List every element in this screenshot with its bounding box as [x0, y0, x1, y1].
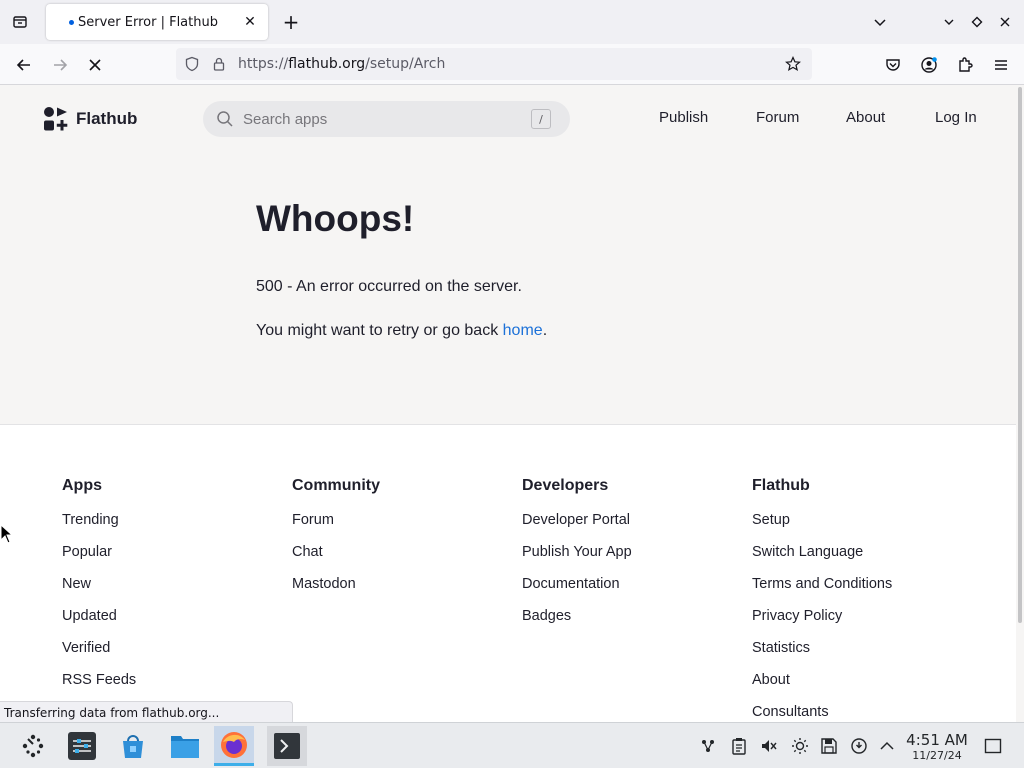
footer-link-new[interactable]: New — [62, 575, 136, 607]
footer-link-trending[interactable]: Trending — [62, 511, 136, 543]
footer-link-privacy[interactable]: Privacy Policy — [752, 607, 892, 639]
close-window-icon[interactable] — [994, 10, 1016, 34]
logo-text: Flathub — [76, 109, 138, 128]
audio-muted-icon[interactable] — [759, 736, 779, 756]
extensions-icon[interactable] — [952, 52, 978, 78]
maximize-window-icon[interactable] — [966, 10, 988, 34]
mouse-cursor-icon — [0, 524, 14, 544]
site-footer: Apps Trending Popular New Updated Verifi… — [0, 424, 1016, 722]
footer-link-mastodon[interactable]: Mastodon — [292, 575, 380, 607]
pocket-icon[interactable] — [880, 52, 906, 78]
app-menu-icon[interactable] — [988, 52, 1014, 78]
page-content: Flathub Search apps / Publish Forum Abou… — [0, 85, 1016, 722]
search-shortcut-key: / — [531, 109, 551, 129]
retry-message: You might want to retry or go back home. — [256, 322, 547, 340]
site-header: Flathub Search apps / Publish Forum Abou… — [0, 85, 1016, 155]
page-scrollbar[interactable] — [1016, 85, 1024, 722]
system-clock[interactable]: 4:51 AM 11/27/24 — [898, 731, 976, 763]
lock-icon[interactable] — [208, 53, 230, 75]
browser-nav-bar: https://flathub.org/setup/Arch — [0, 44, 1024, 85]
back-icon[interactable] — [11, 52, 37, 78]
footer-link-forum[interactable]: Forum — [292, 511, 380, 543]
status-bar: Transferring data from flathub.org... — [0, 701, 293, 723]
network-icon[interactable] — [698, 736, 718, 756]
footer-link-terms[interactable]: Terms and Conditions — [752, 575, 892, 607]
footer-link-verified[interactable]: Verified — [62, 639, 136, 671]
browser-tab-bar: Server Error | Flathub ✕ + — [0, 0, 1024, 44]
show-desktop-icon[interactable] — [983, 736, 1003, 756]
stop-loading-icon[interactable] — [82, 52, 108, 78]
firefox-view-icon[interactable] — [8, 10, 32, 34]
footer-column-community: Community Forum Chat Mastodon — [292, 477, 380, 607]
firefox-icon[interactable] — [214, 726, 254, 766]
footer-heading: Developers — [522, 477, 609, 494]
konsole-terminal-icon[interactable] — [267, 726, 307, 766]
footer-link-rss-feeds[interactable]: RSS Feeds — [62, 671, 136, 703]
footer-link-switch-language[interactable]: Switch Language — [752, 543, 892, 575]
url-prefix: https:// — [238, 56, 289, 72]
new-tab-button[interactable]: + — [280, 10, 302, 34]
url-host: flathub.org — [288, 56, 366, 72]
flathub-logo[interactable]: Flathub — [43, 106, 137, 132]
app-launcher-icon[interactable] — [13, 726, 53, 766]
footer-link-statistics[interactable]: Statistics — [752, 639, 892, 671]
search-placeholder: Search apps — [243, 110, 328, 128]
tab-title: Server Error | Flathub — [78, 14, 218, 30]
system-taskbar: 4:51 AM 11/27/24 — [0, 722, 1024, 768]
discover-store-icon[interactable] — [113, 726, 153, 766]
retry-suffix: . — [542, 322, 548, 339]
error-message: 500 - An error occurred on the server. — [256, 278, 522, 295]
clipboard-icon[interactable] — [729, 736, 749, 756]
footer-heading: Community — [292, 477, 380, 494]
minimize-window-icon[interactable] — [938, 10, 960, 34]
footer-link-setup[interactable]: Setup — [752, 511, 892, 543]
home-link[interactable]: home — [503, 322, 543, 339]
error-title: Whoops! — [256, 198, 415, 239]
clock-date: 11/27/24 — [912, 749, 962, 762]
footer-column-developers: Developers Developer Portal Publish Your… — [522, 477, 632, 639]
footer-link-popular[interactable]: Popular — [62, 543, 136, 575]
forward-icon[interactable] — [47, 52, 73, 78]
retry-prefix: You might want to retry or go back — [256, 322, 503, 339]
list-all-tabs-icon[interactable] — [868, 10, 892, 34]
brightness-icon[interactable] — [790, 736, 810, 756]
footer-heading: Apps — [62, 477, 102, 494]
clock-time: 4:51 AM — [906, 731, 968, 749]
save-icon[interactable] — [819, 736, 839, 756]
active-tab[interactable]: Server Error | Flathub ✕ — [46, 4, 268, 40]
login-button[interactable]: Log In — [935, 109, 977, 126]
nav-forum-link[interactable]: Forum — [756, 109, 799, 126]
footer-heading: Flathub — [752, 477, 810, 494]
tracking-protection-icon[interactable] — [181, 53, 203, 75]
footer-link-about[interactable]: About — [752, 671, 892, 703]
footer-column-apps: Apps Trending Popular New Updated Verifi… — [62, 477, 136, 703]
footer-link-developer-portal[interactable]: Developer Portal — [522, 511, 632, 543]
footer-column-flathub: Flathub Setup Switch Language Terms and … — [752, 477, 892, 722]
flathub-logo-icon — [44, 107, 68, 131]
url-text[interactable]: https://flathub.org/setup/Arch — [238, 56, 445, 72]
footer-link-updated[interactable]: Updated — [62, 607, 136, 639]
footer-link-consultants[interactable]: Consultants — [752, 703, 892, 722]
footer-link-chat[interactable]: Chat — [292, 543, 380, 575]
scrollbar-thumb[interactable] — [1018, 87, 1022, 623]
bookmark-star-icon[interactable] — [782, 53, 804, 75]
footer-link-badges[interactable]: Badges — [522, 607, 632, 639]
dolphin-files-icon[interactable] — [165, 726, 205, 766]
system-settings-icon[interactable] — [62, 726, 102, 766]
account-icon[interactable] — [916, 52, 942, 78]
footer-link-publish-your-app[interactable]: Publish Your App — [522, 543, 632, 575]
loading-indicator-icon — [69, 20, 74, 25]
nav-publish-link[interactable]: Publish — [659, 109, 708, 126]
close-tab-icon[interactable]: ✕ — [242, 14, 258, 30]
footer-link-documentation[interactable]: Documentation — [522, 575, 632, 607]
url-bar[interactable]: https://flathub.org/setup/Arch — [176, 48, 812, 80]
search-icon — [215, 109, 235, 129]
url-path: /setup/Arch — [365, 56, 446, 72]
updates-icon[interactable] — [849, 736, 869, 756]
nav-about-link[interactable]: About — [846, 109, 885, 126]
search-input[interactable]: Search apps / — [203, 101, 570, 137]
tray-expand-icon[interactable] — [877, 736, 897, 756]
